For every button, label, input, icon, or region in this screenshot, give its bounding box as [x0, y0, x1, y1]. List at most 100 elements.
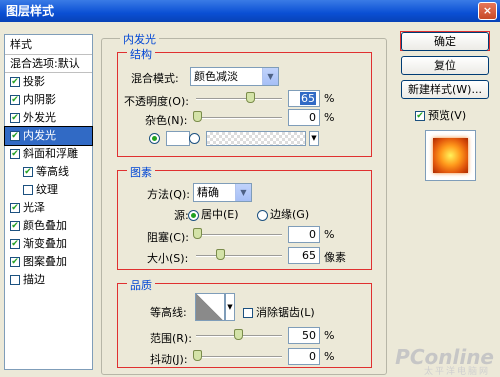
ok-button[interactable]: 确定 — [401, 32, 489, 51]
blend-mode-select[interactable]: 颜色减淡 ▼ — [190, 67, 279, 86]
size-slider-thumb[interactable] — [216, 249, 225, 260]
style-item[interactable]: ✔ 等高线 — [5, 163, 92, 181]
jitter-input[interactable]: 0 — [288, 348, 320, 365]
solid-color-option[interactable] — [149, 131, 190, 146]
style-item[interactable]: ✔ 颜色叠加 — [5, 217, 92, 235]
jitter-unit: % — [324, 350, 335, 363]
source-center-option[interactable]: 居中(E) — [188, 206, 239, 222]
size-label: 大小(S): — [147, 252, 189, 265]
preview-option[interactable]: ✔ 预览(V) — [415, 107, 466, 123]
style-checkbox[interactable]: ✔ — [10, 149, 20, 159]
noise-input[interactable]: 0 — [288, 109, 320, 126]
style-item-label: 外发光 — [23, 111, 56, 124]
window-title: 图层样式 — [6, 4, 55, 18]
structure-title: 结构 — [127, 46, 155, 62]
contour-dropdown-icon[interactable]: ▼ — [225, 293, 235, 321]
range-input[interactable]: 50 — [288, 327, 320, 344]
reset-button[interactable]: 复位 — [401, 56, 489, 75]
opacity-input[interactable]: 65 — [288, 90, 320, 107]
preview-label: 预览(V) — [428, 109, 467, 122]
style-checkbox[interactable] — [10, 275, 20, 285]
gradient-swatch[interactable] — [205, 131, 306, 146]
style-item[interactable]: ✔ 外发光 — [5, 109, 92, 127]
jitter-label: 抖动(J): — [150, 353, 188, 366]
style-item-label: 投影 — [23, 75, 45, 88]
contour-label: 等高线: — [150, 306, 187, 319]
style-item-label: 混合选项:默认 — [10, 57, 80, 70]
size-unit: 像素 — [324, 251, 346, 264]
new-style-button[interactable]: 新建样式(W)... — [401, 80, 489, 99]
style-checkbox[interactable] — [23, 185, 33, 195]
style-item-label: 图案叠加 — [23, 255, 67, 268]
style-item-label: 描边 — [23, 273, 45, 286]
glow-color-swatch[interactable] — [165, 131, 190, 146]
style-item[interactable]: ✔ 斜面和浮雕 — [5, 145, 92, 163]
contour-preview[interactable] — [195, 293, 225, 321]
style-item[interactable]: ✔ 内发光 — [4, 126, 93, 146]
gradient-dropdown-icon[interactable]: ▼ — [309, 131, 319, 146]
edge-radio[interactable] — [257, 209, 268, 221]
style-checkbox[interactable]: ✔ — [23, 167, 33, 177]
opacity-slider-thumb[interactable] — [246, 92, 255, 103]
choke-label: 阻塞(C): — [147, 231, 189, 244]
style-item[interactable]: ✔ 渐变叠加 — [5, 235, 92, 253]
noise-slider[interactable] — [196, 117, 282, 119]
style-checkbox[interactable]: ✔ — [10, 113, 20, 123]
style-preview — [425, 130, 476, 181]
choke-input[interactable]: 0 — [288, 226, 320, 243]
style-item[interactable]: ✔ 投影 — [5, 73, 92, 91]
opacity-label: 不透明度(O): — [124, 95, 189, 108]
style-item[interactable]: ✔ 内阴影 — [5, 91, 92, 109]
style-item[interactable]: ✔ 图案叠加 — [5, 253, 92, 271]
preview-checkbox[interactable]: ✔ — [415, 111, 425, 121]
style-item[interactable]: ✔ 光泽 — [5, 199, 92, 217]
range-unit: % — [324, 329, 335, 342]
style-checkbox[interactable]: ✔ — [10, 203, 20, 213]
center-radio[interactable] — [188, 209, 199, 221]
style-checkbox[interactable]: ✔ — [10, 239, 20, 249]
style-item[interactable]: 混合选项:默认 — [5, 55, 92, 73]
noise-unit: % — [324, 111, 335, 124]
method-label: 方法(Q): — [147, 188, 190, 201]
antialias-checkbox[interactable] — [243, 308, 253, 318]
style-item-label: 渐变叠加 — [23, 237, 67, 250]
style-checkbox[interactable]: ✔ — [10, 257, 20, 267]
style-checkbox[interactable]: ✔ — [10, 77, 20, 87]
style-checkbox[interactable]: ✔ — [10, 131, 20, 141]
style-item-label: 颜色叠加 — [23, 219, 67, 232]
quality-title: 品质 — [127, 277, 155, 293]
elements-title: 图素 — [127, 164, 155, 180]
styles-list: 样式 混合选项:默认 ✔ 投影 ✔ 内阴影 ✔ 外发光 ✔ 内发光 ✔ 斜面和浮雕 ✔ 等高线 纹理 ✔ 光泽… — [4, 34, 93, 370]
center-label: 居中(E) — [201, 208, 239, 221]
blend-mode-value: 颜色减淡 — [194, 70, 238, 83]
style-checkbox[interactable]: ✔ — [10, 95, 20, 105]
method-select[interactable]: 精确 ▼ — [193, 183, 252, 202]
styles-header[interactable]: 样式 — [5, 35, 92, 55]
choke-slider[interactable] — [196, 234, 282, 236]
size-slider[interactable] — [196, 255, 282, 257]
close-button[interactable]: × — [478, 2, 497, 20]
gradient-radio[interactable] — [189, 133, 200, 144]
opacity-slider[interactable] — [196, 98, 282, 100]
gradient-option[interactable]: ▼ — [189, 131, 319, 146]
solid-color-radio[interactable] — [149, 133, 160, 144]
size-input[interactable]: 65 — [288, 247, 320, 264]
antialias-option[interactable]: 消除锯齿(L) — [243, 304, 315, 320]
jitter-slider-thumb[interactable] — [193, 350, 202, 361]
chevron-down-icon[interactable]: ▼ — [235, 184, 251, 201]
chevron-down-icon[interactable]: ▼ — [262, 68, 278, 85]
choke-slider-thumb[interactable] — [193, 228, 202, 239]
antialias-label: 消除锯齿(L) — [256, 306, 315, 319]
jitter-slider[interactable] — [196, 356, 282, 358]
style-item[interactable]: 纹理 — [5, 181, 92, 199]
style-item[interactable]: 描边 — [5, 271, 92, 289]
range-slider-thumb[interactable] — [234, 329, 243, 340]
method-value: 精确 — [197, 186, 219, 199]
choke-unit: % — [324, 228, 335, 241]
opacity-unit: % — [324, 92, 335, 105]
watermark-tag: 太平洋电脑网 — [423, 367, 490, 377]
source-edge-option[interactable]: 边缘(G) — [257, 206, 309, 222]
style-checkbox[interactable]: ✔ — [10, 221, 20, 231]
style-item-label: 纹理 — [36, 183, 58, 196]
noise-slider-thumb[interactable] — [193, 111, 202, 122]
